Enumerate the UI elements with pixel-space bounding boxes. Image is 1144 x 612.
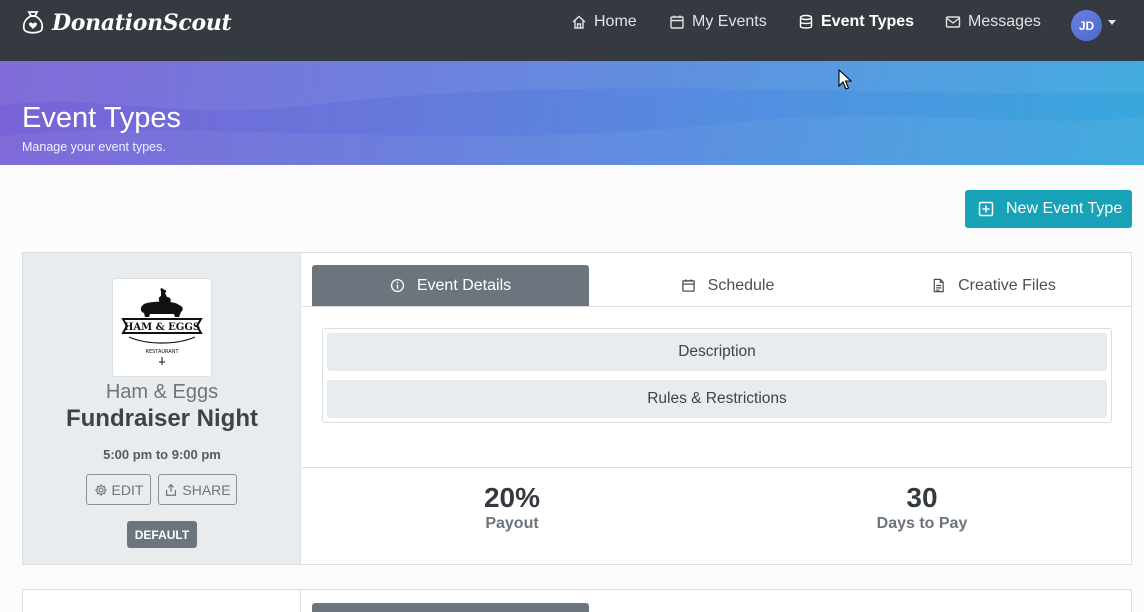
- stat-value: 30: [906, 482, 938, 513]
- chevron-down-icon[interactable]: [1108, 20, 1116, 25]
- nav-item-label: My Events: [692, 13, 767, 30]
- details-accordion: Description Rules & Restrictions: [322, 328, 1112, 423]
- tab-creative-files[interactable]: Creative Files: [855, 265, 1132, 306]
- nav-item-messages[interactable]: Messages: [945, 0, 1041, 44]
- nav-item-label: Messages: [968, 13, 1041, 30]
- logo-text: HAM & EGGS: [124, 322, 200, 333]
- event-summary-panel: HAM & EGGS RESTAURANT Ham & Eggs Fundrai…: [23, 253, 301, 564]
- event-stats: 20% Payout 30 Days to Pay: [302, 467, 1131, 564]
- stat-payout: 20% Payout: [305, 482, 719, 533]
- donation-bag-logo-icon: [22, 11, 44, 34]
- ham-and-eggs-logo-image: HAM & EGGS RESTAURANT: [121, 287, 203, 365]
- page-title: Event Types: [22, 102, 182, 134]
- share-label: SHARE: [182, 481, 231, 498]
- calendar-icon: [670, 15, 684, 29]
- edit-label: EDIT: [111, 481, 144, 498]
- share-icon: [166, 483, 177, 496]
- stat-days-to-pay: 30 Days to Pay: [715, 482, 1129, 533]
- database-icon: [799, 14, 813, 29]
- stat-value: 20%: [483, 482, 541, 513]
- plus-square-icon: [978, 201, 994, 217]
- home-icon: [572, 15, 586, 29]
- accordion-rules-restrictions[interactable]: Rules & Restrictions: [327, 380, 1107, 418]
- accordion-description[interactable]: Description: [327, 333, 1107, 371]
- event-name: Fundraiser Night: [65, 405, 258, 432]
- logo-subtext: RESTAURANT: [145, 349, 179, 355]
- event-type-card: HAM & EGGS RESTAURANT Ham & Eggs Fundrai…: [22, 252, 1132, 565]
- calendar-icon: [681, 279, 695, 292]
- business-logo: HAM & EGGS RESTAURANT: [112, 278, 212, 377]
- mouse-cursor-icon: [838, 69, 852, 90]
- tab-event-details[interactable]: Event Details: [312, 265, 589, 306]
- info-circle-icon: [390, 278, 404, 293]
- event-summary-panel: [23, 590, 301, 612]
- event-type-card-2: [22, 589, 1132, 612]
- tab-label: Creative Files: [958, 276, 1056, 294]
- nav-item-home[interactable]: Home: [571, 0, 637, 44]
- event-time: 5:00 pm to 9:00 pm: [103, 447, 221, 462]
- brand[interactable]: DonationScout: [22, 10, 232, 36]
- file-icon: [933, 278, 944, 293]
- page-subtitle: Manage your event types.: [22, 140, 166, 154]
- tab-event-details[interactable]: [312, 603, 589, 612]
- share-button[interactable]: SHARE: [158, 474, 237, 505]
- user-avatar[interactable]: JD: [1071, 10, 1102, 41]
- tab-schedule[interactable]: Schedule: [589, 265, 866, 306]
- stat-label: Payout: [485, 515, 539, 532]
- nav-item-label: Event Types: [821, 13, 915, 30]
- edit-button[interactable]: EDIT: [86, 474, 151, 505]
- top-navbar: DonationScout Home My Events Event Types…: [0, 0, 1144, 61]
- envelope-icon: [945, 16, 961, 28]
- new-event-type-label: New Event Type: [1006, 200, 1123, 217]
- page-header: Event Types Manage your event types.: [0, 61, 1144, 165]
- business-name: Ham & Eggs: [105, 381, 219, 403]
- nav-item-event-types[interactable]: Event Types: [798, 0, 914, 44]
- brand-name: DonationScout: [52, 10, 232, 36]
- nav-item-label: Home: [594, 13, 637, 30]
- stat-label: Days to Pay: [876, 515, 968, 532]
- tab-label: Event Details: [416, 276, 512, 294]
- default-badge: DEFAULT: [127, 521, 197, 548]
- tab-label: Schedule: [707, 276, 775, 294]
- event-tabs: Event Details Schedule Creative Files: [302, 253, 1131, 307]
- gear-icon: [94, 483, 107, 496]
- nav-item-my-events[interactable]: My Events: [669, 0, 767, 44]
- new-event-type-button[interactable]: New Event Type: [965, 190, 1132, 228]
